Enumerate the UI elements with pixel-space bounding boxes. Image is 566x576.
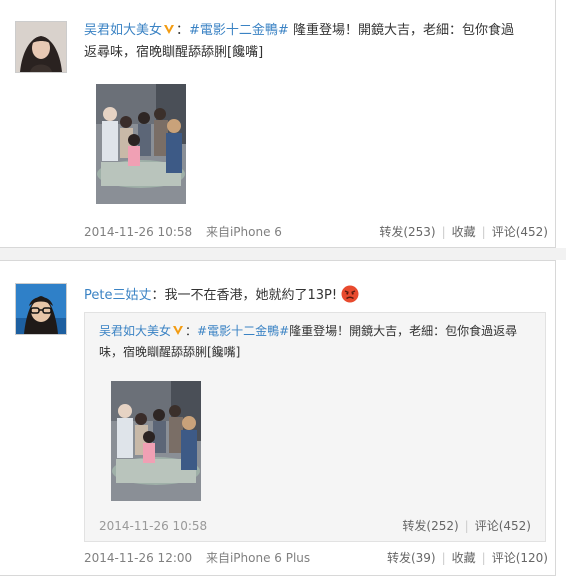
verified-v-icon bbox=[164, 25, 175, 34]
author-name[interactable]: Pete三姑丈 bbox=[84, 288, 151, 303]
verified-v-icon bbox=[173, 326, 184, 335]
angry-face-emoji bbox=[341, 285, 359, 303]
reposted-photo[interactable] bbox=[111, 381, 201, 501]
reposted-post: 吴君如大美女 ：#電影十二金鴨#隆重登場！開鏡大吉，老細：包你食過返尋 味，宿晚瞓… bbox=[84, 312, 546, 542]
post-photo[interactable] bbox=[96, 84, 186, 204]
reposted-author-name[interactable]: 吴君如大美女 bbox=[99, 324, 171, 338]
comment-button[interactable]: 评论(452) bbox=[492, 225, 548, 239]
post-time[interactable]: 2014-11-26 10:58 bbox=[84, 225, 192, 239]
post-actions: 转发(39) | 收藏 | 评论(120) bbox=[386, 551, 548, 565]
post-meta: 2014-11-26 12:00 来自iPhone 6 Plus bbox=[84, 550, 310, 566]
post-time[interactable]: 2014-11-26 12:00 bbox=[84, 551, 192, 565]
reposted-time[interactable]: 2014-11-26 10:58 bbox=[99, 518, 207, 534]
author-avatar[interactable] bbox=[15, 283, 67, 335]
feed-divider bbox=[0, 248, 566, 260]
comment-button[interactable]: 评论(120) bbox=[492, 551, 548, 565]
post-source[interactable]: 来自iPhone 6 Plus bbox=[206, 551, 310, 565]
post-text: Pete三姑丈：我一不在香港，她就約了13P! bbox=[84, 285, 546, 307]
repost-button[interactable]: 转发(253) bbox=[379, 225, 435, 239]
post-text: 吴君如大美女 ：#電影十二金鴨# 隆重登場！開鏡大吉，老細：包你食過 返尋味，宿晚… bbox=[84, 23, 514, 60]
author-name[interactable]: 吴君如大美女 bbox=[84, 23, 162, 38]
topic-link[interactable]: #電影十二金鴨# bbox=[197, 324, 289, 338]
topic-link[interactable]: #電影十二金鴨# bbox=[189, 23, 289, 38]
reposted-text: 吴君如大美女 ：#電影十二金鴨#隆重登場！開鏡大吉，老細：包你食過返尋 味，宿晚瞓… bbox=[99, 324, 518, 359]
comment-button[interactable]: 评论(452) bbox=[475, 519, 531, 533]
post-source[interactable]: 来自iPhone 6 bbox=[206, 225, 282, 239]
favorite-button[interactable]: 收藏 bbox=[452, 225, 476, 239]
repost-button[interactable]: 转发(252) bbox=[402, 519, 458, 533]
reposted-actions: 转发(252) | 评论(452) bbox=[402, 519, 531, 533]
favorite-button[interactable]: 收藏 bbox=[452, 551, 476, 565]
post-actions: 转发(253) | 收藏 | 评论(452) bbox=[379, 225, 548, 239]
post-meta: 2014-11-26 10:58 来自iPhone 6 bbox=[84, 224, 282, 240]
repost-button[interactable]: 转发(39) bbox=[387, 551, 436, 565]
author-avatar[interactable] bbox=[15, 21, 67, 73]
